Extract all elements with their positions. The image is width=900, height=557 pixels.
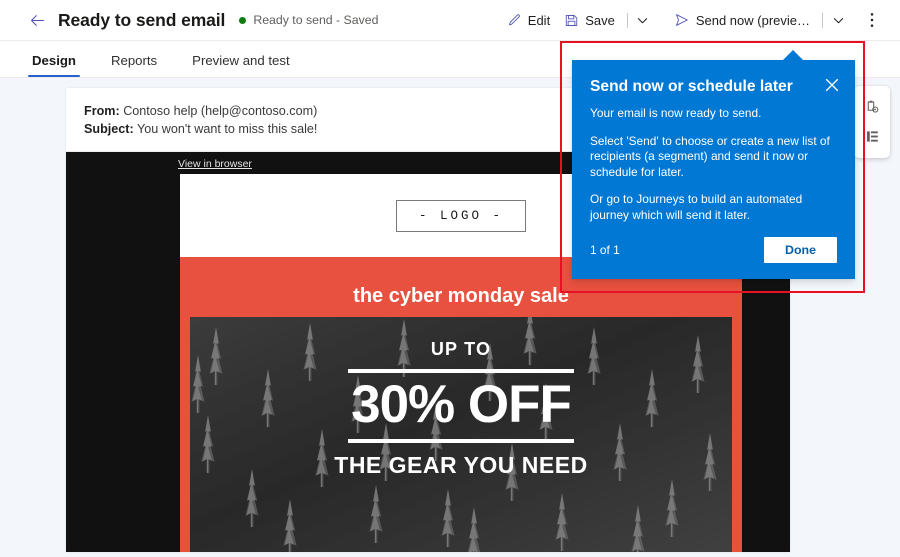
canvas-tool-rail [854,86,890,158]
callout-close-button[interactable] [821,74,843,96]
more-vertical-icon [870,13,874,27]
email-subject-label: Subject: [84,122,134,136]
status-text: Ready to send - Saved [253,13,379,27]
page-title: Ready to send email [58,9,226,30]
status-badge: Ready to send - Saved [239,13,378,27]
app-root: Ready to send email Ready to send - Save… [0,0,900,557]
send-plane-icon [674,12,690,28]
close-icon [825,78,839,92]
pencil-icon [507,13,522,28]
hero-eyebrow: UP TO [430,339,492,359]
command-bar: Ready to send email Ready to send - Save… [0,0,900,41]
save-split-button[interactable]: Save [557,4,653,36]
callout-paragraph-1: Your email is now ready to send. [590,106,762,120]
email-from-label: From: [84,104,120,118]
email-from-value: Contoso help (help@contoso.com) [123,104,318,118]
callout-footer: 1 of 1 Done [590,237,837,263]
send-divider [822,12,823,28]
callout-beak [782,50,804,61]
email-subject-value: You won't want to miss this sale! [136,122,318,136]
send-chevron-down-icon[interactable] [828,15,848,26]
layout-list-icon [866,131,878,142]
callout-paragraph-2: Select 'Send' to choose or create a new … [590,133,830,179]
callout-step-counter: 1 of 1 [590,243,620,257]
hero-rule-bottom [348,439,574,443]
save-disk-icon [564,13,579,28]
status-dot-icon [239,16,247,24]
save-divider [626,12,628,28]
email-logo-placeholder[interactable]: - LOGO - [396,199,526,232]
tab-design[interactable]: Design [28,53,80,77]
back-button[interactable] [22,5,52,35]
tab-preview-and-test[interactable]: Preview and test [188,53,294,77]
send-now-label: Send now (previe… [695,12,810,28]
callout-done-button[interactable]: Done [764,237,837,263]
email-banner-headline: the cyber monday sale [353,285,569,307]
styles-button[interactable] [857,93,887,122]
hero-rule-top [348,369,574,373]
email-hero-text: UP TO 30% OFF THE GEAR YOU NEED [190,317,732,552]
edit-label: Edit [527,12,551,28]
arrow-left-icon [30,14,44,26]
hero-headline: 30% OFF [351,375,572,434]
tab-reports[interactable]: Reports [107,53,161,77]
send-now-split-button[interactable]: Send now (previe… [667,4,848,36]
hero-subline: THE GEAR YOU NEED [334,452,588,478]
view-in-browser-link[interactable]: View in browser [178,158,252,170]
more-commands-button[interactable] [858,5,886,35]
email-promo-band: the cyber monday sale UP TO 30% OFF THE … [180,257,742,552]
callout-title: Send now or schedule later [590,78,793,95]
layout-button[interactable] [857,122,887,151]
save-label: Save [585,12,615,28]
command-bar-actions: Edit Save Send now (previe… [500,4,900,36]
copy-settings-icon [867,100,878,113]
send-now-button[interactable]: Send now (previe… [667,4,817,36]
callout-paragraph-3: Or go to Journeys to build an automated … [590,192,803,222]
callout-content: Send now or schedule later Your email is… [572,60,855,279]
save-chevron-down-icon[interactable] [633,15,653,26]
email-hero-image[interactable]: UP TO 30% OFF THE GEAR YOU NEED [190,317,732,552]
teaching-callout: Send now or schedule later Your email is… [572,50,855,279]
edit-button[interactable]: Edit [500,4,557,36]
save-button[interactable]: Save [557,4,622,36]
